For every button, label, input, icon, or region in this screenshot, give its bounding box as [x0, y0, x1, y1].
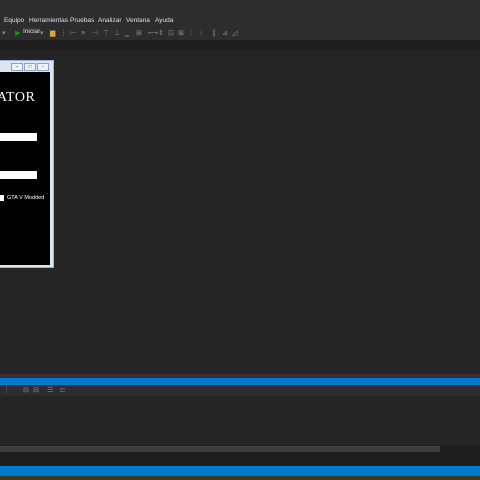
gta-v-modded-checkbox[interactable] [0, 195, 4, 201]
send-back-icon[interactable]: ◿ [232, 30, 237, 37]
grid-align-icon[interactable]: ⊞ [136, 30, 142, 37]
align-middle-icon[interactable]: ⊥ [114, 30, 120, 37]
overflow-icon[interactable]: ⋮ [60, 30, 67, 37]
start-button[interactable]: Iniciar [23, 28, 40, 36]
horizontal-scrollbar[interactable] [0, 446, 440, 452]
gta-v-modded-label: GTA V Modded [7, 195, 45, 201]
same-width-icon[interactable]: ⟷ [148, 30, 158, 37]
spacing-icon[interactable]: ⁞ [190, 30, 192, 37]
folder-icon[interactable]: ▆ [50, 30, 55, 37]
align-right-icon[interactable]: ⊣ [92, 30, 98, 37]
form-title-bar: – □ ▫ [0, 61, 53, 71]
main-toolbar: ▾ ▶ Iniciar ▾ ▆ ⋮ ⊢ ≡ ⊣ ⊤ ⊥ ‗ ⊞ ⟷ ⇕ ⊡ ⊠ … [0, 27, 480, 40]
menu-item-equipo[interactable]: Equipo [4, 17, 24, 24]
maximize-icon[interactable]: □ [24, 63, 36, 71]
status-bar [0, 466, 480, 476]
snap-grid-icon[interactable]: ⊠ [178, 30, 184, 37]
close-icon[interactable]: ▫ [37, 63, 49, 71]
output-panel-toolbar: ⋮ ⊟ ⊟ ☰ ⊏ [0, 385, 480, 396]
filter-alt-icon[interactable]: ⊟ [33, 387, 39, 394]
align-top-icon[interactable]: ⊤ [103, 30, 109, 37]
textbox-2[interactable] [0, 171, 37, 179]
vertical-spacing-icon[interactable]: ⁝ [200, 30, 202, 37]
form-heading: ATOR [0, 90, 36, 105]
list-icon[interactable]: ☰ [47, 387, 53, 394]
same-size-icon[interactable]: ⊡ [168, 30, 174, 37]
form-client-area[interactable]: ATOR GTA V Modded [0, 72, 50, 265]
menu-item-ventana[interactable]: Ventana [126, 17, 150, 24]
align-bottom-icon[interactable]: ‗ [125, 30, 129, 37]
designer-surface[interactable] [0, 40, 480, 374]
document-tab-strip [0, 40, 480, 50]
form-designer-window[interactable]: – □ ▫ ATOR GTA V Modded [0, 60, 54, 268]
menu-item-pruebas[interactable]: Pruebas [70, 17, 94, 24]
menu-item-ayuda[interactable]: Ayuda [155, 17, 173, 24]
menu-item-analizar[interactable]: Analizar [98, 17, 121, 24]
bring-front-icon[interactable]: ⊿ [222, 30, 228, 37]
same-height-icon[interactable]: ⇕ [158, 30, 164, 37]
menu-item-herramientas[interactable]: Herramientas [29, 17, 68, 24]
minimize-icon[interactable]: – [11, 63, 23, 71]
format-icon[interactable]: ∥ [212, 30, 216, 37]
filter-icon[interactable]: ⊟ [23, 387, 29, 394]
taskbar-edge [0, 476, 480, 480]
panel-options-icon[interactable]: ⊏ [60, 387, 66, 394]
title-bar [0, 0, 480, 16]
textbox-1[interactable] [0, 133, 37, 141]
dropdown-arrow-icon[interactable]: ▾ [2, 30, 6, 37]
panel-overflow-icon[interactable]: ⋮ [3, 387, 10, 394]
align-left-icon[interactable]: ⊢ [70, 30, 76, 37]
start-dropdown-icon[interactable]: ▾ [40, 30, 44, 37]
play-icon[interactable]: ▶ [15, 30, 20, 37]
status-bar-upper [0, 378, 480, 385]
menu-bar: Equipo Herramientas Pruebas Analizar Ven… [0, 16, 480, 27]
align-center-icon[interactable]: ≡ [81, 30, 85, 37]
